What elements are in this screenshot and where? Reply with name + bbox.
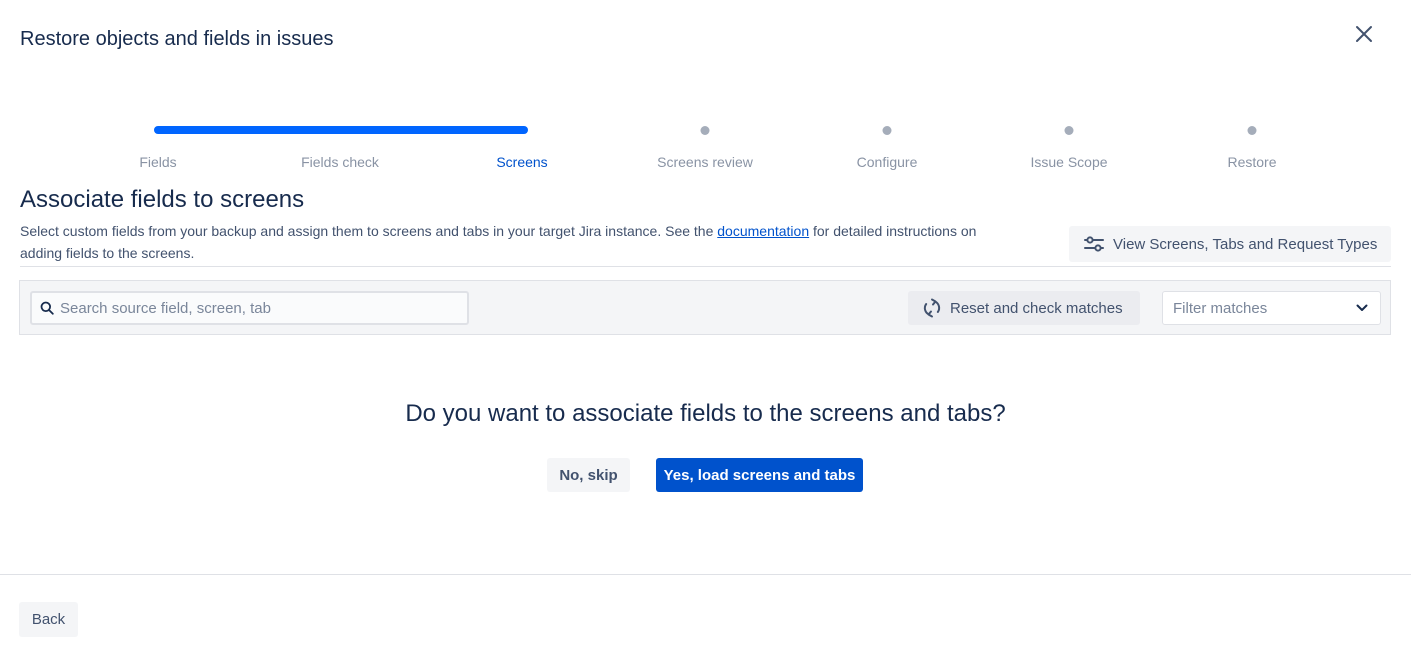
- search-box[interactable]: [30, 291, 469, 325]
- view-screens-label: View Screens, Tabs and Request Types: [1113, 235, 1378, 253]
- section-description: Select custom fields from your backup an…: [20, 220, 1010, 264]
- section-title: Associate fields to screens: [20, 186, 305, 213]
- search-icon: [40, 301, 54, 315]
- step-dot-issue-scope: [1064, 126, 1074, 135]
- refresh-icon: [923, 298, 941, 318]
- back-button[interactable]: Back: [19, 602, 78, 637]
- chevron-down-icon: [1356, 304, 1368, 311]
- modal-title: Restore objects and fields in issues: [20, 28, 334, 50]
- description-text-start: Select custom fields from your backup an…: [20, 223, 718, 239]
- reset-check-matches-button[interactable]: Reset and check matches: [908, 291, 1140, 325]
- sliders-icon: [1084, 236, 1104, 252]
- step-label-fields-check: Fields check: [301, 154, 379, 170]
- close-button[interactable]: [1350, 20, 1378, 48]
- documentation-link[interactable]: documentation: [717, 223, 809, 239]
- filter-toolbar: Reset and check matches Filter matches: [19, 280, 1391, 335]
- reset-label: Reset and check matches: [950, 299, 1123, 317]
- step-dot-configure: [882, 126, 892, 135]
- step-label-fields: Fields: [139, 154, 177, 170]
- search-input[interactable]: [60, 299, 440, 317]
- progress-stepper: Fields Fields check Screens Screens revi…: [0, 118, 1411, 178]
- skip-button[interactable]: No, skip: [547, 458, 630, 492]
- filter-matches-select[interactable]: Filter matches: [1162, 291, 1381, 325]
- progress-bar: [154, 126, 528, 134]
- close-icon: [1356, 26, 1372, 42]
- step-label-screens: Screens: [496, 154, 548, 170]
- step-dot-screens-review: [700, 126, 710, 135]
- filter-placeholder: Filter matches: [1173, 299, 1268, 317]
- divider: [20, 266, 1391, 267]
- associate-question: Do you want to associate fields to the s…: [405, 400, 1006, 427]
- footer-divider: [0, 574, 1411, 575]
- step-label-screens-review: Screens review: [657, 154, 753, 170]
- step-label-restore: Restore: [1227, 154, 1277, 170]
- load-screens-button[interactable]: Yes, load screens and tabs: [656, 458, 863, 492]
- step-dot-restore: [1247, 126, 1257, 135]
- view-screens-tabs-button[interactable]: View Screens, Tabs and Request Types: [1069, 226, 1391, 262]
- step-label-issue-scope: Issue Scope: [1030, 154, 1108, 170]
- step-label-configure: Configure: [856, 154, 918, 170]
